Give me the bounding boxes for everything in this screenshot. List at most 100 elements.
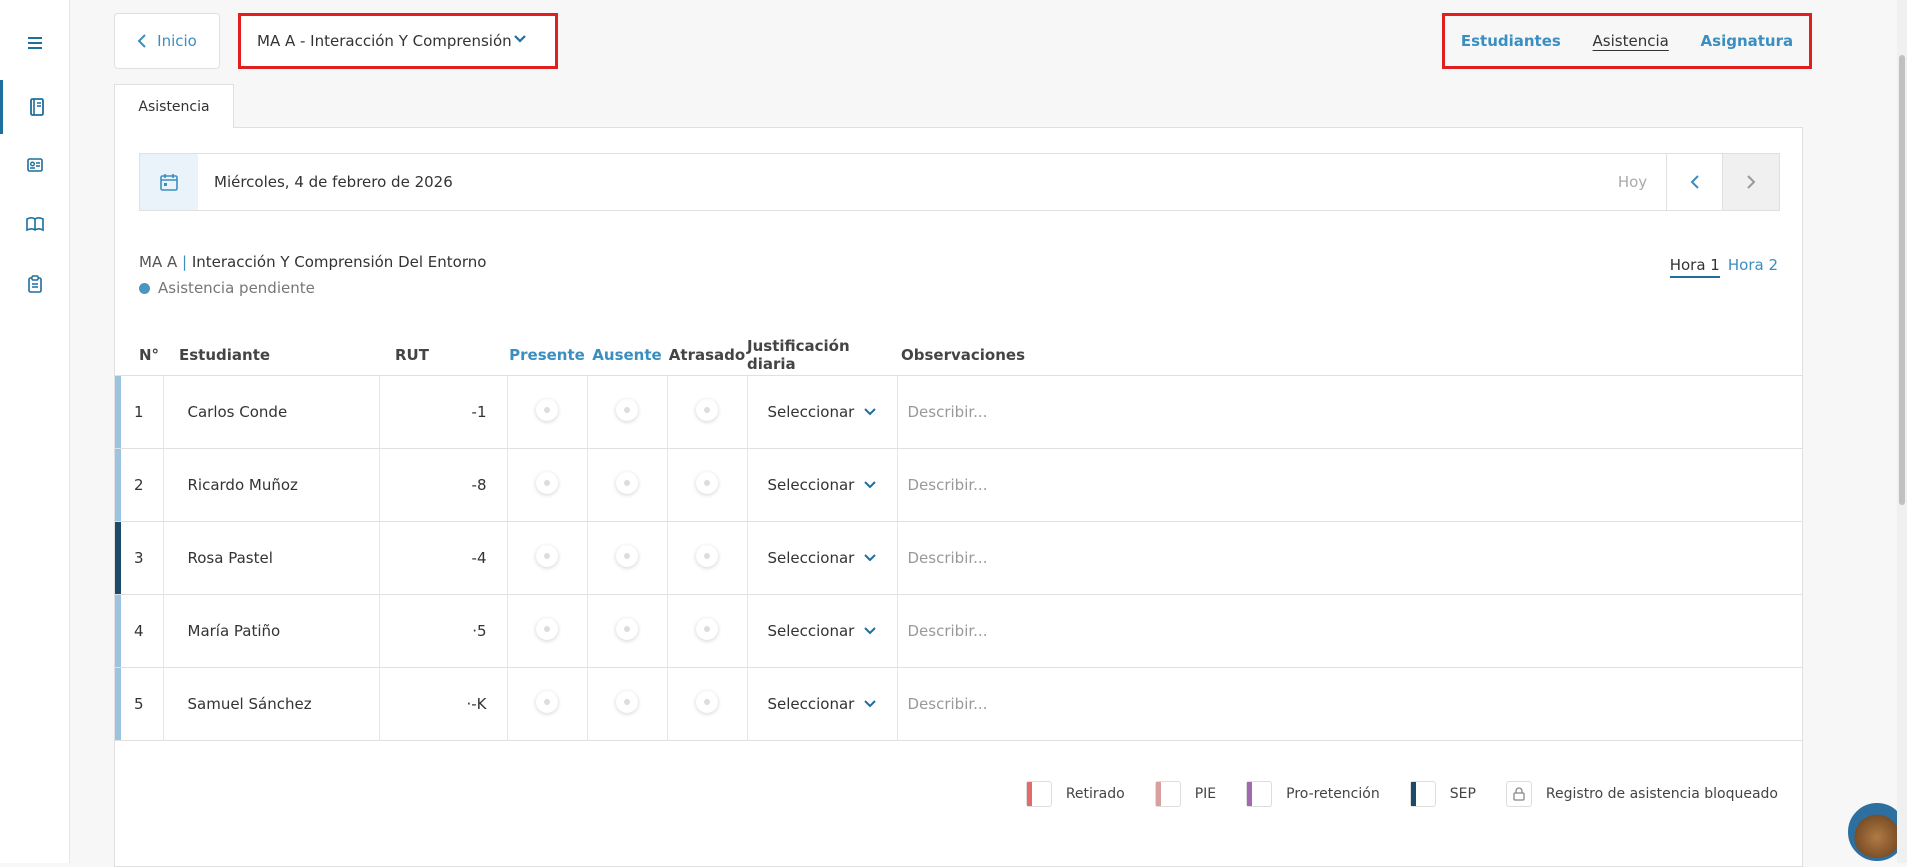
observations-input[interactable]: Describir... <box>897 594 1802 668</box>
present-radio[interactable] <box>536 544 558 567</box>
table-row: 3 Rosa Pastel -4 Seleccionar Describir..… <box>115 521 1802 595</box>
late-radio[interactable] <box>696 471 718 494</box>
legend-swatch <box>1409 781 1436 807</box>
sidebar-item-notebook[interactable] <box>0 80 70 134</box>
legend-swatch <box>1505 781 1532 807</box>
sidebar-item-id-card[interactable] <box>0 140 70 190</box>
id-card-icon <box>27 158 43 172</box>
sidebar <box>0 0 70 863</box>
status-dot <box>139 282 150 294</box>
justification-select-label: Seleccionar <box>767 694 855 713</box>
present-cell <box>507 594 588 668</box>
justification-select[interactable]: Seleccionar <box>768 549 877 567</box>
prev-day-button[interactable] <box>1667 154 1723 210</box>
col-student: Estudiante <box>163 335 379 376</box>
col-rut: RUT <box>379 335 507 376</box>
table-row: 2 Ricardo Muñoz -8 Seleccionar Describir… <box>115 448 1802 522</box>
chevron-right-icon <box>1747 175 1756 189</box>
col-present[interactable]: Presente <box>507 335 587 376</box>
justification-cell: Seleccionar <box>747 521 898 595</box>
attendance-table: N° Estudiante RUT Presente Ausente Atras… <box>115 335 1802 741</box>
late-radio[interactable] <box>696 690 718 713</box>
calendar-button[interactable] <box>140 154 198 210</box>
legend-label: SEP <box>1449 786 1476 802</box>
hour-tabs: Hora 1 Hora 2 <box>1669 256 1778 278</box>
legend-item-retirado: Retirado <box>1025 781 1125 807</box>
late-radio[interactable] <box>696 617 718 640</box>
sidebar-item-clipboard[interactable] <box>0 259 70 309</box>
present-cell <box>507 448 588 522</box>
today-button[interactable]: Hoy <box>1599 154 1667 210</box>
lock-icon <box>1513 787 1525 801</box>
legend-label: PIE <box>1194 786 1217 802</box>
subject-heading: MA A | Interacción Y Comprensión Del Ent… <box>139 253 487 271</box>
absent-cell <box>587 448 668 522</box>
observations-input[interactable]: Describir... <box>897 448 1802 522</box>
present-radio[interactable] <box>536 617 558 640</box>
late-cell <box>667 667 748 741</box>
present-radio[interactable] <box>536 690 558 713</box>
late-radio[interactable] <box>696 544 718 567</box>
row-marker <box>115 594 121 667</box>
absent-radio[interactable] <box>616 398 638 421</box>
absent-radio[interactable] <box>616 690 638 713</box>
justification-select-label: Seleccionar <box>767 475 855 494</box>
row-number-cell: 4 <box>115 594 164 668</box>
tab-hora-1[interactable]: Hora 1 <box>1669 256 1720 278</box>
back-button[interactable]: Inicio <box>114 13 220 69</box>
nav-estudiantes[interactable]: Estudiantes <box>1461 32 1561 50</box>
absent-radio[interactable] <box>616 617 638 640</box>
next-day-button[interactable] <box>1723 154 1779 210</box>
late-radio[interactable] <box>696 398 718 421</box>
row-marker <box>115 375 121 448</box>
legend-item-pie: PIE <box>1154 781 1217 807</box>
nav-asistencia[interactable]: Asistencia <box>1593 32 1669 50</box>
student-rut: -8 <box>379 448 508 522</box>
menu-button[interactable] <box>0 18 70 68</box>
observations-input[interactable]: Describir... <box>897 521 1802 595</box>
absent-radio[interactable] <box>616 471 638 494</box>
justification-cell: Seleccionar <box>747 594 898 668</box>
present-cell <box>507 375 588 449</box>
present-radio[interactable] <box>536 398 558 421</box>
nav-asignatura[interactable]: Asignatura <box>1701 32 1794 50</box>
student-name: Samuel Sánchez <box>163 667 380 741</box>
attendance-panel: Miércoles, 4 de febrero de 2026 Hoy MA A… <box>114 127 1803 867</box>
absent-radio[interactable] <box>616 544 638 567</box>
row-number-cell: 5 <box>115 667 164 741</box>
course-select[interactable]: MA A - Interacción Y Comprensión <box>238 13 558 69</box>
justification-cell: Seleccionar <box>747 375 898 449</box>
justification-select-label: Seleccionar <box>767 548 855 567</box>
col-late: Atrasado <box>667 335 747 376</box>
row-number: 1 <box>133 402 144 421</box>
tab-asistencia[interactable]: Asistencia <box>114 84 234 128</box>
scrollbar[interactable] <box>1897 0 1907 863</box>
row-marker <box>115 521 121 594</box>
observations-input[interactable]: Describir... <box>897 375 1802 449</box>
clipboard-icon <box>28 275 42 293</box>
late-cell <box>667 448 748 522</box>
justification-select[interactable]: Seleccionar <box>768 476 877 494</box>
legend-swatch <box>1025 781 1052 807</box>
col-absent[interactable]: Ausente <box>587 335 667 376</box>
observations-input[interactable]: Describir... <box>897 667 1802 741</box>
chevron-down-icon <box>864 626 877 634</box>
row-number-cell: 1 <box>115 375 164 449</box>
scrollbar-thumb[interactable] <box>1899 55 1905 505</box>
student-rut: -1 <box>379 375 508 449</box>
justification-select[interactable]: Seleccionar <box>768 622 877 640</box>
legend-item-locked: Registro de asistencia bloqueado <box>1505 781 1778 807</box>
col-num: N° <box>115 335 163 376</box>
sidebar-item-book[interactable] <box>0 199 70 249</box>
justification-select[interactable]: Seleccionar <box>768 403 877 421</box>
legend-swatch <box>1246 781 1273 807</box>
student-rut: ·5 <box>379 594 508 668</box>
attendance-status: Asistencia pendiente <box>139 279 315 297</box>
justification-select-label: Seleccionar <box>767 402 855 421</box>
present-radio[interactable] <box>536 471 558 494</box>
justification-select[interactable]: Seleccionar <box>768 695 877 713</box>
book-icon <box>26 217 44 232</box>
student-name: María Patiño <box>163 594 380 668</box>
table-row: 5 Samuel Sánchez ·-K Seleccionar Describ… <box>115 667 1802 741</box>
tab-hora-2[interactable]: Hora 2 <box>1728 256 1778 278</box>
